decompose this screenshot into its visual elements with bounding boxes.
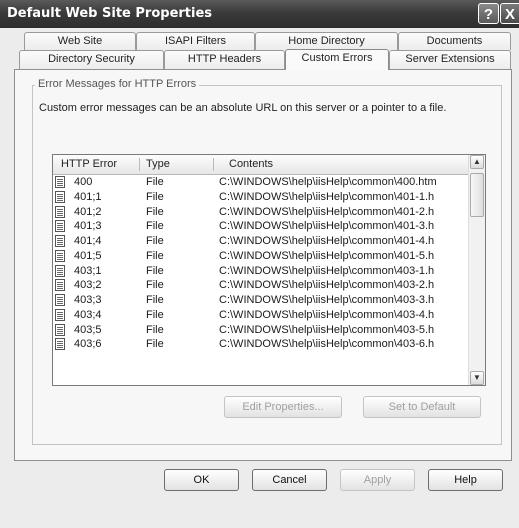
table-row[interactable]: 401;5 File C:\WINDOWS\help\iisHelp\common\… — [53, 249, 471, 264]
column-header-http-error[interactable]: HTTP Error — [61, 158, 117, 170]
http-error-cell: 401;2 — [74, 205, 102, 218]
list-rows: 400 File C:\WINDOWS\help\iisHelp\common\40… — [53, 175, 471, 352]
tab-home-directory[interactable]: Home Directory — [255, 32, 398, 50]
contents-cell: C:\WINDOWS\help\iisHelp\common\403-3.h — [219, 294, 435, 306]
contents-cell: C:\WINDOWS\help\iisHelp\common\403-5.h — [219, 323, 435, 336]
document-icon — [55, 249, 65, 262]
table-row[interactable]: 403;4 File C:\WINDOWS\help\iisHelp\common\… — [53, 308, 471, 323]
document-icon — [55, 190, 65, 203]
apply-button[interactable]: Apply — [340, 469, 415, 491]
http-error-cell: 403;1 — [74, 264, 102, 277]
type-cell: File — [146, 205, 164, 218]
contents-cell: C:\WINDOWS\help\iisHelp\common\403-1.h — [219, 264, 435, 277]
contents-cell: C:\WINDOWS\help\iisHelp\common\401-2.h — [219, 205, 435, 218]
edit-properties-button[interactable]: Edit Properties... — [224, 396, 342, 418]
tab-directory-security[interactable]: Directory Security — [19, 50, 164, 70]
ok-button[interactable]: OK — [164, 469, 239, 491]
type-cell: File — [146, 308, 164, 321]
type-cell: File — [146, 176, 164, 188]
table-row[interactable]: 403;2 File C:\WINDOWS\help\iisHelp\common\… — [53, 278, 471, 293]
type-cell: File — [146, 235, 164, 247]
contents-cell: C:\WINDOWS\help\iisHelp\common\401-5.h — [219, 249, 435, 262]
title-bar: Default Web Site Properties ? X — [0, 0, 519, 29]
type-cell: File — [146, 220, 164, 233]
document-icon — [55, 235, 65, 247]
scroll-down-arrow-icon[interactable]: ▼ — [470, 371, 484, 385]
table-row[interactable]: 403;1 File C:\WINDOWS\help\iisHelp\common\… — [53, 264, 471, 279]
http-error-cell: 403;2 — [74, 279, 102, 292]
column-divider[interactable] — [213, 158, 214, 171]
tab-http-headers[interactable]: HTTP Headers — [164, 50, 285, 70]
tab-documents[interactable]: Documents — [398, 32, 511, 50]
set-to-default-button[interactable]: Set to Default — [363, 396, 481, 418]
document-icon — [55, 338, 65, 351]
window-title: Default Web Site Properties — [7, 6, 213, 21]
table-row[interactable]: 401;2 File C:\WINDOWS\help\iisHelp\common\… — [53, 205, 471, 220]
http-error-cell: 403;6 — [74, 338, 102, 351]
http-error-cell: 403;5 — [74, 323, 102, 336]
http-errors-list[interactable]: HTTP Error Type Contents 400 File C:\WINDO… — [52, 154, 486, 386]
http-error-cell: 403;4 — [74, 308, 102, 321]
type-cell: File — [146, 323, 164, 336]
column-divider[interactable] — [139, 158, 140, 171]
type-cell: File — [146, 264, 164, 277]
group-title: Error Messages for HTTP Errors — [35, 78, 200, 90]
type-cell: File — [146, 294, 164, 306]
document-icon — [55, 279, 65, 292]
contents-cell: C:\WINDOWS\help\iisHelp\common\401-1.h — [219, 190, 435, 203]
document-icon — [55, 308, 65, 321]
document-icon — [55, 323, 65, 336]
contents-cell: C:\WINDOWS\help\iisHelp\common\403-2.h — [219, 279, 435, 292]
http-error-cell: 401;3 — [74, 220, 102, 233]
table-row[interactable]: 400 File C:\WINDOWS\help\iisHelp\common\40… — [53, 175, 471, 190]
type-cell: File — [146, 249, 164, 262]
contents-cell: C:\WINDOWS\help\iisHelp\common\403-4.h — [219, 308, 435, 321]
help-button[interactable]: Help — [428, 469, 503, 491]
document-icon — [55, 294, 65, 306]
contents-cell: C:\WINDOWS\help\iisHelp\common\403-6.h — [219, 338, 435, 351]
document-icon — [55, 176, 65, 188]
type-cell: File — [146, 279, 164, 292]
http-error-cell: 403;3 — [74, 294, 102, 306]
cancel-button[interactable]: Cancel — [252, 469, 327, 491]
document-icon — [55, 264, 65, 277]
table-row[interactable]: 403;6 File C:\WINDOWS\help\iisHelp\common\… — [53, 337, 471, 352]
document-icon — [55, 220, 65, 233]
table-row[interactable]: 401;1 File C:\WINDOWS\help\iisHelp\common\… — [53, 190, 471, 205]
group-description: Custom error messages can be an absolute… — [39, 102, 447, 114]
document-icon — [55, 205, 65, 218]
column-header-type[interactable]: Type — [146, 158, 170, 170]
scroll-up-arrow-icon[interactable]: ▲ — [470, 155, 484, 169]
table-row[interactable]: 403;3 File C:\WINDOWS\help\iisHelp\common\… — [53, 293, 471, 308]
table-row[interactable]: 401;3 File C:\WINDOWS\help\iisHelp\common\… — [53, 219, 471, 234]
list-header: HTTP Error Type Contents — [53, 155, 471, 175]
contents-cell: C:\WINDOWS\help\iisHelp\common\401-4.h — [219, 235, 435, 247]
type-cell: File — [146, 190, 164, 203]
vertical-scrollbar[interactable]: ▲ ▼ — [468, 155, 485, 385]
dialog-body: Web Site ISAPI Filters Home Directory Do… — [0, 28, 519, 528]
http-error-cell: 401;1 — [74, 190, 102, 203]
http-error-cell: 401;5 — [74, 249, 102, 262]
close-icon[interactable]: X — [500, 3, 519, 24]
help-icon[interactable]: ? — [478, 3, 499, 24]
http-error-cell: 401;4 — [74, 235, 102, 247]
tab-isapi-filters[interactable]: ISAPI Filters — [136, 32, 255, 50]
contents-cell: C:\WINDOWS\help\iisHelp\common\400.htm — [219, 176, 437, 188]
tab-server-extensions[interactable]: Server Extensions — [389, 50, 511, 70]
custom-errors-panel: Error Messages for HTTP Errors Custom er… — [14, 69, 512, 461]
tab-custom-errors[interactable]: Custom Errors — [285, 49, 389, 70]
scrollbar-thumb[interactable] — [470, 173, 484, 217]
table-row[interactable]: 403;5 File C:\WINDOWS\help\iisHelp\common\… — [53, 323, 471, 338]
column-header-contents[interactable]: Contents — [229, 158, 273, 170]
contents-cell: C:\WINDOWS\help\iisHelp\common\401-3.h — [219, 220, 435, 233]
tab-web-site[interactable]: Web Site — [24, 32, 136, 50]
type-cell: File — [146, 338, 164, 351]
table-row[interactable]: 401;4 File C:\WINDOWS\help\iisHelp\common\… — [53, 234, 471, 249]
http-error-cell: 400 — [74, 176, 93, 188]
